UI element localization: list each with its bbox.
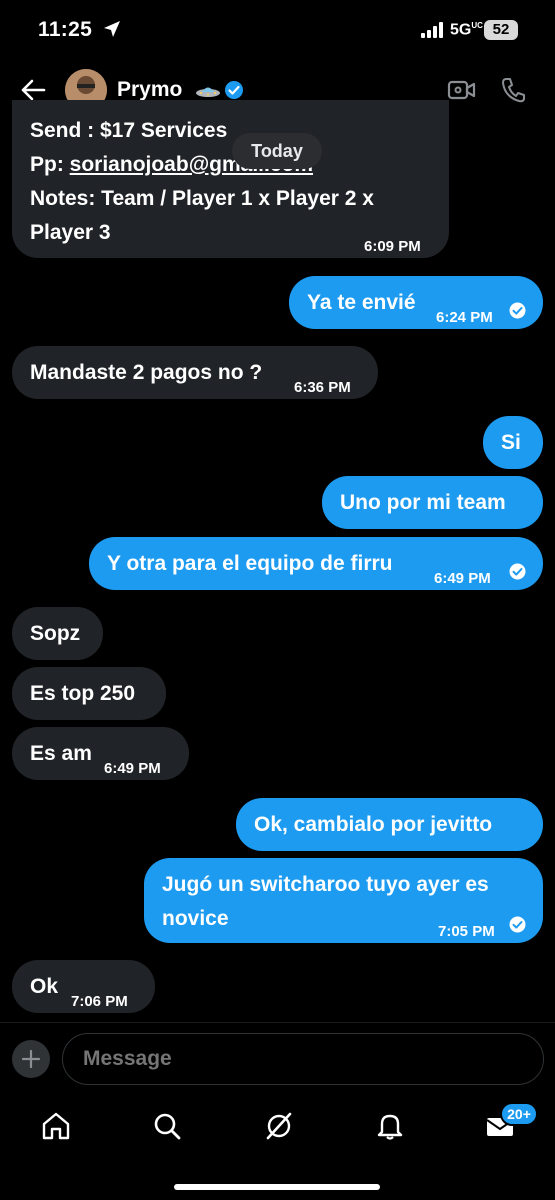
read-receipt-icon	[509, 916, 526, 933]
message-input[interactable]	[62, 1033, 544, 1085]
verified-badge-icon	[225, 81, 243, 99]
cellular-signal-icon	[421, 22, 443, 38]
message-bubble-incoming[interactable]: Es top 250	[12, 667, 166, 720]
back-arrow-icon[interactable]	[20, 78, 46, 102]
message-text: Uno por mi team	[340, 491, 506, 514]
date-divider: Today	[232, 133, 322, 169]
message-bubble-incoming[interactable]: Sopz	[12, 607, 103, 660]
home-icon[interactable]	[40, 1110, 72, 1142]
battery-indicator: 52	[484, 20, 518, 40]
plus-icon	[21, 1049, 41, 1069]
message-bubble-incoming[interactable]: Send : $17 Services Pp: sorianojoab@gmai…	[12, 100, 449, 258]
message-timestamp: 6:24 PM	[436, 309, 493, 326]
ufo-icon	[196, 87, 220, 97]
status-bar: 11:25 5GUC 52	[0, 0, 555, 60]
message-text: Ok, cambialo por jevitto	[254, 813, 493, 836]
search-icon[interactable]	[151, 1110, 183, 1142]
message-bubble-outgoing[interactable]: Ok, cambialo por jevitto	[236, 798, 543, 851]
read-receipt-icon	[509, 302, 526, 319]
message-text: Send : $17 Services	[30, 119, 228, 142]
clock: 11:25	[38, 18, 93, 41]
message-bubble-outgoing[interactable]: Jugó un switcharoo tuyo ayer es novice 7…	[144, 858, 543, 943]
message-bubble-outgoing[interactable]: Uno por mi team	[322, 476, 543, 529]
message-composer	[0, 1022, 555, 1092]
message-bubble-outgoing[interactable]: Si	[483, 416, 543, 469]
message-text: Pp: sorianojoab@gmail.com	[30, 153, 314, 176]
message-text: Mandaste 2 pagos no ?	[30, 361, 263, 384]
message-timestamp: 6:49 PM	[434, 570, 491, 587]
message-timestamp: 6:09 PM	[364, 238, 421, 255]
grok-icon[interactable]	[263, 1110, 295, 1142]
message-bubble-outgoing[interactable]: Ya te envié 6:24 PM	[289, 276, 543, 329]
location-arrow-icon	[104, 21, 120, 37]
read-receipt-icon	[509, 563, 526, 580]
message-timestamp: 6:49 PM	[104, 760, 161, 777]
message-bubble-incoming[interactable]: Ok 7:06 PM	[12, 960, 155, 1013]
add-attachment-button[interactable]	[12, 1040, 50, 1078]
message-text: Ok	[30, 975, 59, 998]
video-call-icon[interactable]	[447, 78, 477, 102]
contact-name[interactable]: Prymo	[117, 78, 182, 102]
home-indicator	[174, 1184, 380, 1190]
message-text: Si	[501, 431, 521, 454]
message-timestamp: 6:36 PM	[294, 379, 351, 396]
phone-call-icon[interactable]	[500, 76, 526, 104]
network-type: 5GUC	[450, 21, 483, 39]
message-text: Y otra para el equipo de firru	[107, 552, 393, 575]
message-bubble-incoming[interactable]: Mandaste 2 pagos no ? 6:36 PM	[12, 346, 378, 399]
message-text: Es top 250	[30, 682, 136, 705]
message-bubble-incoming[interactable]: Es am 6:49 PM	[12, 727, 189, 780]
unread-messages-badge: 20+	[500, 1102, 538, 1126]
message-bubble-outgoing[interactable]: Y otra para el equipo de firru 6:49 PM	[89, 537, 543, 590]
notifications-icon[interactable]	[374, 1110, 406, 1142]
message-text: Es am	[30, 742, 92, 765]
message-text: Ya te envié	[307, 291, 416, 314]
message-timestamp: 7:05 PM	[438, 923, 495, 940]
message-text: Notes: Team / Player 1 x Player 2 x	[30, 187, 374, 210]
message-timestamp: 7:06 PM	[71, 993, 128, 1010]
message-text: Sopz	[30, 622, 81, 645]
message-text: Jugó un switcharoo tuyo ayer es	[162, 873, 489, 896]
